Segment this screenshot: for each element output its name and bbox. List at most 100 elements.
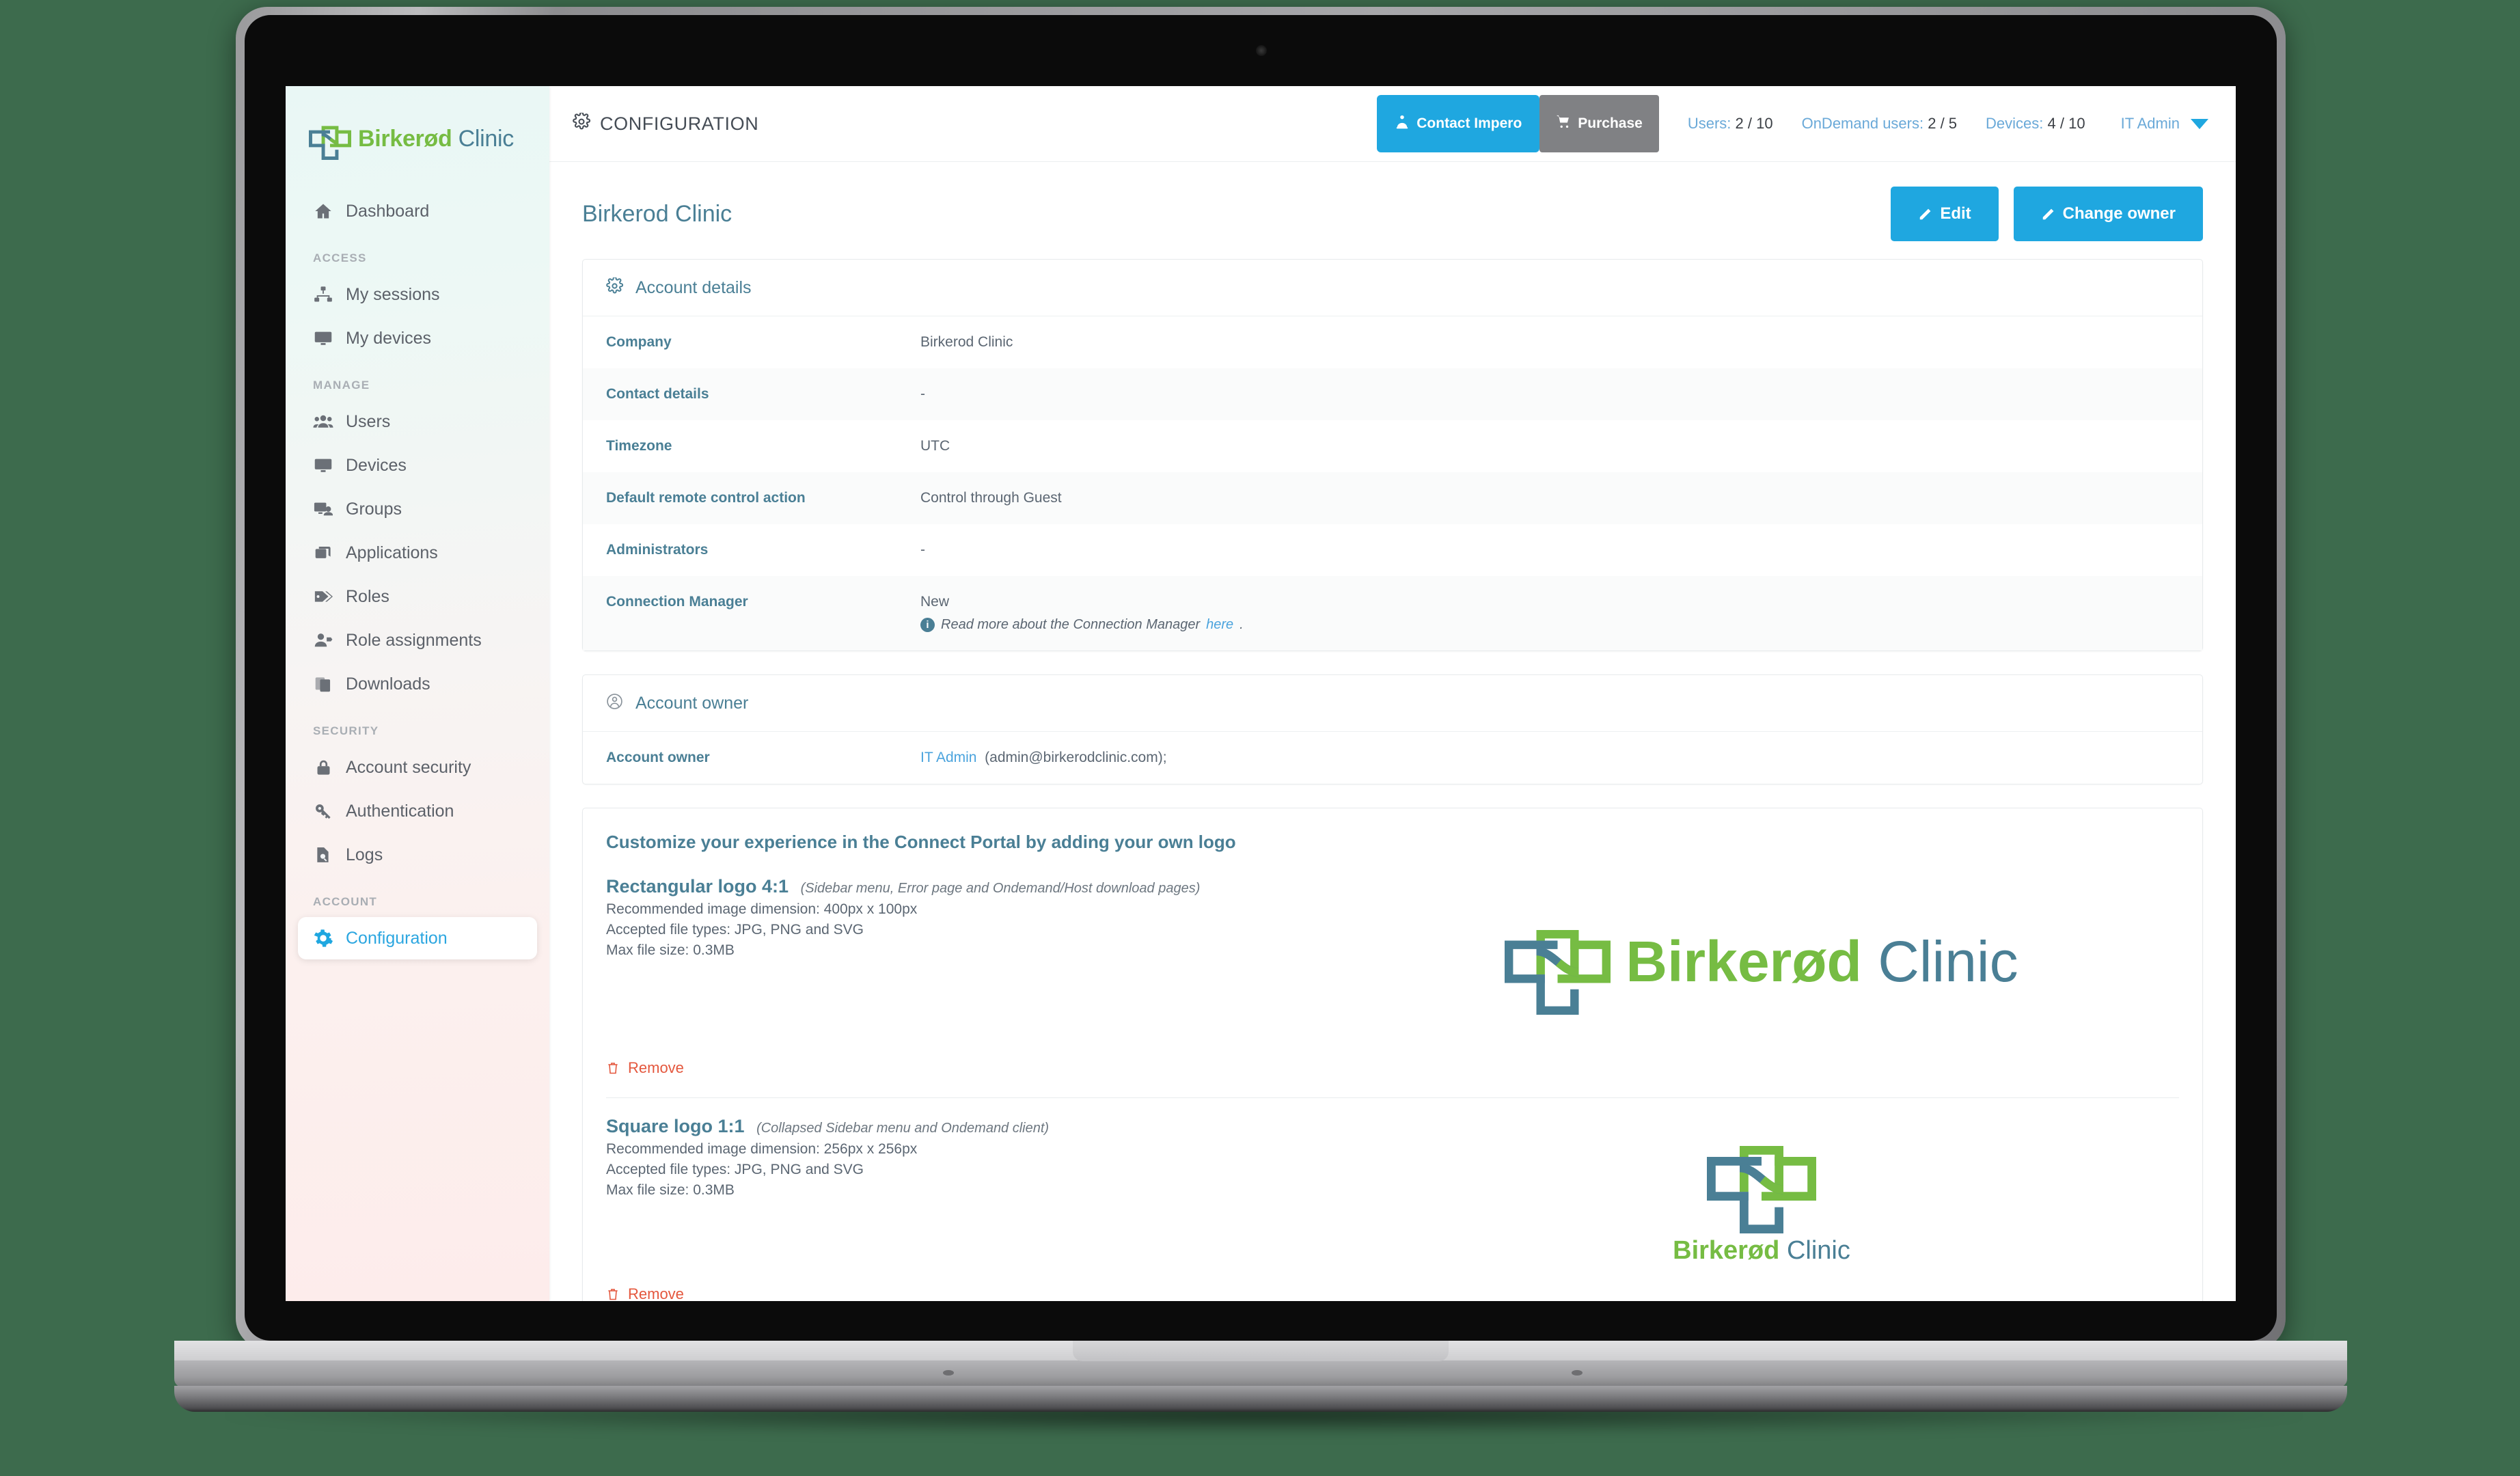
meter-users[interactable]: Users: 2 / 10: [1688, 115, 1773, 133]
sidebar-brand[interactable]: Birkerød Clinic: [286, 86, 549, 160]
row-key: Administrators: [606, 542, 709, 558]
sidebar-item-account-security[interactable]: Account security: [286, 746, 541, 789]
sidebar-item-label: Account security: [346, 757, 471, 777]
monitor-icon: [313, 328, 333, 348]
rectangular-logo-dimension: Recommended image dimension: 400px x 100…: [606, 901, 918, 917]
info-icon: i: [920, 618, 935, 632]
row-key: Default remote control action: [606, 490, 806, 506]
table-row: Connection Manager New i Read more about…: [583, 576, 2202, 651]
sidebar-item-label: My sessions: [346, 284, 440, 304]
user-menu[interactable]: IT Admin: [2121, 115, 2208, 133]
account-owner-email: (admin@birkerodclinic.com);: [985, 750, 1167, 765]
sidebar-item-label: Authentication: [346, 801, 454, 821]
sidebar-item-label: Users: [346, 411, 391, 431]
connection-manager-link[interactable]: here: [1206, 617, 1233, 633]
square-logo-preview: Birkerød Clinic: [1344, 1116, 2179, 1273]
birkerod-cross-logo-icon: [309, 118, 351, 160]
panels: Account details Company Birkerod Clinic …: [549, 259, 2236, 1301]
hint-suffix: .: [1240, 617, 1244, 632]
sidebar-item-roles[interactable]: Roles: [286, 575, 541, 618]
sidebar-item-role-assignments[interactable]: Role assignments: [286, 619, 541, 661]
file-search-icon: [313, 845, 333, 865]
sidebar-item-my-sessions[interactable]: My sessions: [286, 273, 541, 316]
rectangular-logo-wordmark: Birkerød Clinic: [1626, 929, 2018, 995]
meter-users-label: Users:: [1687, 115, 1731, 132]
account-owner-link[interactable]: IT Admin: [920, 750, 976, 765]
table-row: Contact details -: [583, 368, 2202, 420]
square-logo-block: Square logo 1:1 (Collapsed Sidebar menu …: [583, 1098, 2202, 1285]
row-value-group: New i Read more about the Connection Man…: [920, 594, 1244, 633]
copy-icon: [313, 674, 333, 694]
meter-users-value: 2 / 10: [1735, 115, 1773, 132]
sidebar-section-security: SECURITY: [313, 724, 379, 737]
laptop-base-lip: [174, 1386, 2347, 1412]
row-value-group: IT Admin (admin@birkerodclinic.com);: [920, 750, 1167, 766]
user-tag-icon: [313, 630, 333, 651]
row-key: Timezone: [606, 438, 672, 454]
brand-name-primary: Birkerød: [358, 125, 452, 152]
sidebar-item-configuration[interactable]: Configuration: [298, 917, 537, 959]
sidebar-item-label: My devices: [346, 328, 432, 348]
square-logo-heading: Square logo 1:1 (Collapsed Sidebar menu …: [606, 1116, 1344, 1137]
row-key: Account owner: [606, 750, 710, 765]
purchase-label: Purchase: [1578, 115, 1643, 131]
sidebar-item-dashboard[interactable]: Dashboard: [286, 190, 541, 232]
remove-square-logo-button[interactable]: Remove: [583, 1285, 707, 1301]
purchase-button[interactable]: Purchase: [1539, 95, 1659, 152]
table-row: Administrators -: [583, 524, 2202, 576]
connect-portal-app: Birkerød Clinic Dashboard ACCESS My sess…: [286, 86, 2236, 1301]
laptop-mockup: Birkerød Clinic Dashboard ACCESS My sess…: [0, 0, 2520, 1476]
logo-section-title: Customize your experience in the Connect…: [606, 832, 1236, 852]
gear-icon: [313, 928, 333, 948]
rectangular-logo-types: Accepted file types: JPG, PNG and SVG: [606, 922, 864, 938]
change-owner-button[interactable]: Change owner: [2013, 187, 2203, 241]
trash-icon: [606, 1286, 620, 1301]
brand-name-secondary: Clinic: [458, 125, 515, 152]
meter-devices[interactable]: Devices: 4 / 10: [1986, 115, 2085, 133]
square-logo-types: Accepted file types: JPG, PNG and SVG: [606, 1162, 864, 1177]
sidebar-item-users[interactable]: Users: [286, 400, 541, 443]
row-value: UTC: [920, 438, 950, 454]
hint-text: Read more about the Connection Manager: [941, 617, 1201, 632]
row-key: Contact details: [606, 386, 709, 402]
logo-word-primary: Birkerød: [1673, 1235, 1780, 1265]
square-logo-usage: (Collapsed Sidebar menu and Ondemand cli…: [756, 1121, 1050, 1136]
account-details-card: Account details Company Birkerod Clinic …: [582, 259, 2203, 651]
topbar: CONFIGURATION Contact Impero Purchase Us…: [549, 86, 2236, 162]
row-value: -: [920, 542, 925, 558]
tags-icon: [313, 586, 333, 607]
sidebar-item-devices[interactable]: Devices: [286, 444, 541, 487]
row-key: Connection Manager: [606, 594, 748, 610]
table-row: Company Birkerod Clinic: [583, 316, 2202, 368]
key-icon: [313, 801, 333, 821]
remove-rectangular-logo-button[interactable]: Remove: [583, 1059, 707, 1097]
logo-word-secondary: Clinic: [1878, 929, 2018, 994]
birkerod-cross-logo-icon: [1707, 1145, 1816, 1233]
row-value: Control through Guest: [920, 490, 1062, 506]
square-logo-name: Square logo 1:1: [606, 1116, 745, 1136]
sidebar-item-groups[interactable]: Groups: [286, 488, 541, 530]
rectangular-logo-usage: (Sidebar menu, Error page and Ondemand/H…: [800, 881, 1201, 896]
page-header-actions: Edit Change owner: [1891, 187, 2203, 241]
table-row: Account owner IT Admin (admin@birkerodcl…: [583, 732, 2202, 784]
sidebar-item-label: Configuration: [346, 928, 448, 948]
page-title: Birkerod Clinic: [582, 200, 732, 227]
topbar-actions: Contact Impero Purchase Users: 2 / 10 On…: [1377, 95, 2208, 152]
sidebar: Birkerød Clinic Dashboard ACCESS My sess…: [286, 86, 549, 1301]
sidebar-item-my-devices[interactable]: My devices: [286, 317, 541, 359]
meter-ondemand-users[interactable]: OnDemand users: 2 / 5: [1802, 115, 1957, 133]
laptop-foot-right: [1572, 1370, 1583, 1376]
webcam-icon: [1256, 45, 1267, 56]
edit-button[interactable]: Edit: [1891, 187, 1999, 241]
sidebar-item-logs[interactable]: Logs: [286, 834, 541, 876]
laptop-foot-left: [943, 1370, 954, 1376]
square-logo-maxsize: Max file size: 0.3MB: [606, 1182, 735, 1198]
rectangular-logo-heading: Rectangular logo 4:1 (Sidebar menu, Erro…: [606, 876, 1344, 897]
sidebar-item-authentication[interactable]: Authentication: [286, 790, 541, 832]
sidebar-item-downloads[interactable]: Downloads: [286, 663, 541, 705]
meter-devices-label: Devices:: [1986, 115, 2044, 132]
sidebar-item-label: Devices: [346, 455, 407, 475]
connection-manager-hint: i Read more about the Connection Manager…: [920, 617, 1244, 633]
contact-impero-button[interactable]: Contact Impero: [1377, 95, 1540, 152]
sidebar-item-applications[interactable]: Applications: [286, 532, 541, 574]
